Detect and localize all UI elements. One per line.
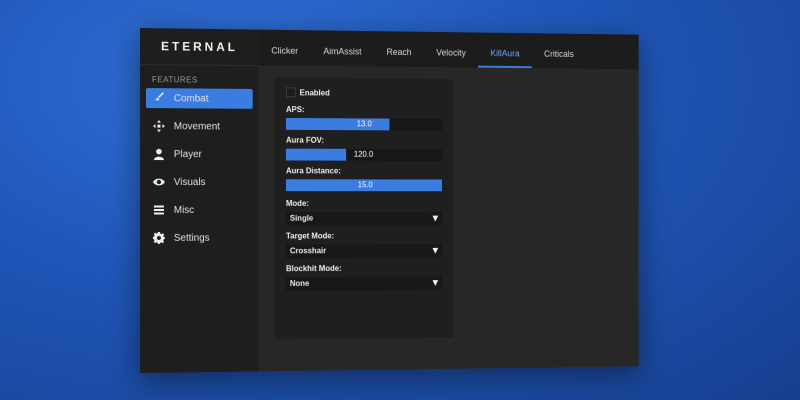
aps-slider[interactable]: 13.0 — [285, 117, 442, 131]
mode-label: Mode: — [285, 199, 309, 208]
sidebar-item-settings[interactable]: Settings — [146, 228, 253, 248]
chevron-down-icon — [432, 280, 439, 287]
target-mode-label: Target Mode: — [285, 231, 335, 241]
gear-icon — [152, 231, 166, 245]
sidebar-item-label: Misc — [173, 204, 195, 216]
sidebar-item-label: Settings — [173, 232, 210, 244]
module-content: Enabled APS: 13.0 Aura FOV: 120.0 Aura D… — [258, 65, 639, 372]
aura-fov-value: 120.0 — [353, 149, 374, 159]
sidebar-item-label: Visuals — [173, 176, 206, 188]
app-logo: ETERNAL — [140, 28, 259, 67]
aps-slider-fill — [285, 117, 390, 131]
eye-icon — [152, 175, 166, 189]
killaura-settings-panel: Enabled APS: 13.0 Aura FOV: 120.0 Aura D… — [274, 77, 454, 340]
blockhit-mode-value: None — [289, 278, 310, 288]
tab-criticals[interactable]: Criticals — [532, 39, 586, 69]
chevron-down-icon — [432, 215, 439, 222]
tab-velocity[interactable]: Velocity — [424, 38, 478, 68]
aps-label: APS: — [285, 105, 305, 115]
sidebar-item-player[interactable]: Player — [146, 144, 253, 164]
sidebar-item-label: Player — [173, 148, 202, 160]
enabled-checkbox[interactable] — [285, 87, 296, 98]
chevron-down-icon — [432, 247, 439, 254]
blockhit-mode-label: Blockhit Mode: — [285, 263, 342, 274]
client-window: ETERNAL FEATURES Combat Movement Player — [140, 28, 639, 373]
sidebar-item-label: Movement — [173, 120, 220, 132]
sidebar-item-visuals[interactable]: Visuals — [146, 172, 253, 192]
features-section-label: FEATURES — [151, 75, 198, 85]
aura-distance-slider[interactable]: 15.0 — [285, 179, 442, 192]
aura-distance-value: 15.0 — [357, 180, 373, 190]
mode-dropdown[interactable]: Single — [285, 211, 442, 226]
sidebar-item-misc[interactable]: Misc — [146, 200, 253, 220]
aps-value: 13.0 — [356, 119, 372, 129]
target-mode-dropdown[interactable]: Crosshair — [285, 243, 442, 259]
aura-fov-slider[interactable]: 120.0 — [285, 148, 442, 161]
sidebar-item-label: Combat — [173, 92, 209, 105]
sword-icon — [152, 91, 166, 105]
target-mode-value: Crosshair — [289, 246, 327, 256]
enabled-label: Enabled — [299, 87, 330, 98]
sidebar-item-combat[interactable]: Combat — [145, 88, 253, 109]
module-tabs: Clicker AimAssist Reach Velocity KillAur… — [258, 29, 639, 70]
tab-killaura[interactable]: KillAura — [478, 38, 532, 69]
blockhit-mode-dropdown[interactable]: None — [285, 276, 442, 291]
move-arrows-icon — [152, 119, 166, 133]
tab-aimassist[interactable]: AimAssist — [311, 36, 374, 66]
aura-distance-label: Aura Distance: — [285, 166, 341, 176]
tab-clicker[interactable]: Clicker — [259, 36, 311, 66]
sidebar-item-movement[interactable]: Movement — [146, 116, 253, 137]
sidebar: ETERNAL FEATURES Combat Movement Player — [140, 28, 259, 373]
mode-value: Single — [289, 213, 314, 223]
user-icon — [152, 147, 166, 161]
menu-lines-icon — [152, 203, 166, 217]
aura-fov-label: Aura FOV: — [285, 135, 325, 145]
enabled-toggle[interactable]: Enabled — [285, 85, 444, 100]
aura-fov-slider-fill — [285, 148, 346, 161]
tab-reach[interactable]: Reach — [374, 37, 424, 67]
